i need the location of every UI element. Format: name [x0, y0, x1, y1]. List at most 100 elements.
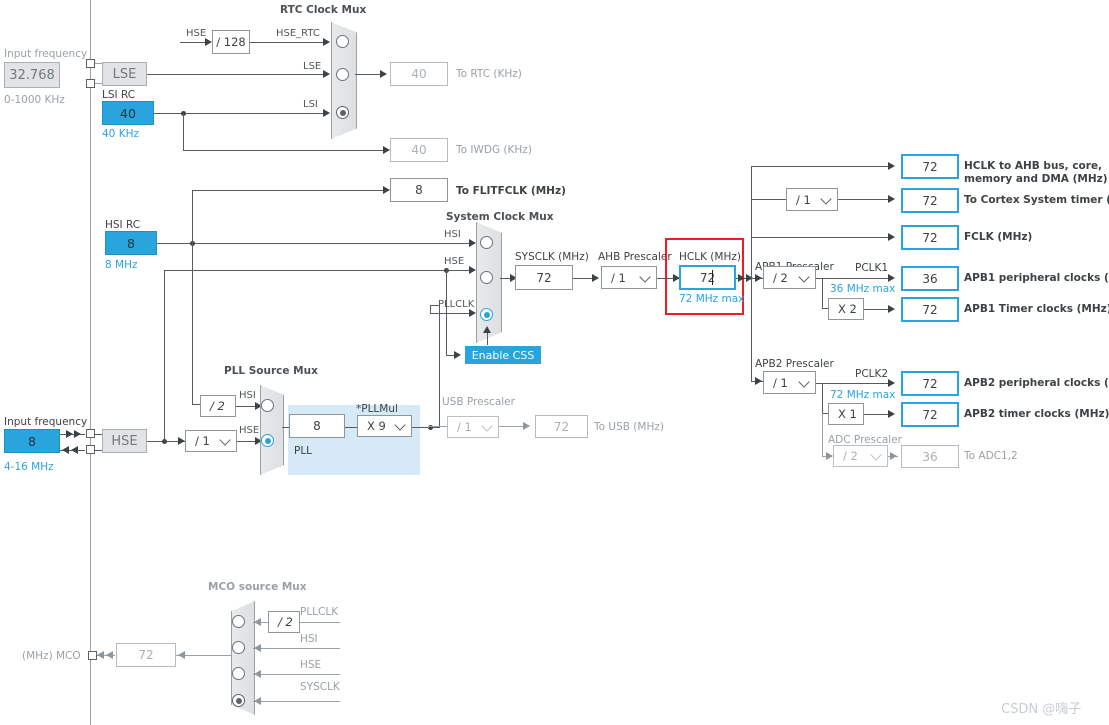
hclk-text-caret: [712, 270, 713, 285]
chevron-down-icon: [798, 375, 810, 388]
hse-oscillator-box[interactable]: HSE: [102, 429, 147, 453]
hclk-max-label: 72 MHz max: [679, 293, 745, 305]
lse-pin-top: [86, 59, 95, 68]
to-flitfclk-label: To FLITFCLK (MHz): [456, 185, 566, 197]
mco-output-label: (MHz) MCO: [22, 650, 81, 662]
to-iwdg-value: 40: [390, 138, 448, 162]
system-clock-mux-option-pllclk[interactable]: [480, 308, 493, 321]
apb1-timer-value: 72: [901, 297, 959, 322]
pll-source-mux-option-hse[interactable]: [261, 434, 274, 447]
hse-prescaler-select[interactable]: / 1: [185, 430, 237, 452]
mco-mux-option-sysclk[interactable]: [232, 694, 245, 707]
chip-boundary-line: [90, 0, 91, 725]
system-clock-mux-title: System Clock Mux: [446, 211, 554, 223]
hclk-label: HCLK (MHz): [679, 251, 741, 263]
lse-input-frequency-field[interactable]: 32.768: [4, 62, 60, 88]
hse-input-frequency-label: Input frequency: [4, 416, 88, 428]
apb1-pclk-label: PCLK1: [855, 262, 889, 274]
sysclk-label: SYSCLK (MHz): [515, 251, 589, 263]
adc-output-label: To ADC1,2: [964, 450, 1018, 462]
apb2-pclk-label: PCLK2: [855, 368, 889, 380]
hsi-value-field[interactable]: 8: [105, 231, 157, 255]
apb1-peripheral-value: 36: [901, 266, 959, 291]
apb1-timer-label: APB1 Timer clocks (MHz): [964, 303, 1109, 315]
apb2-timer-value: 72: [901, 402, 959, 427]
to-iwdg-label: To IWDG (KHz): [456, 144, 532, 156]
adc-prescaler-select[interactable]: / 2: [833, 445, 888, 467]
pll-hsi-divider: / 2: [200, 395, 236, 417]
mco-value: 72: [116, 643, 176, 667]
ahb-output-1-label-line1: To Cortex System timer (MHz): [964, 194, 1109, 206]
pll-panel-label: PLL: [294, 445, 313, 457]
mco-pllclk-label: PLLCLK: [300, 606, 339, 618]
mco-mux-option-hsi[interactable]: [232, 641, 245, 654]
lsi-title: LSI RC: [102, 89, 136, 101]
sysmux-hsi-label: HSI: [444, 229, 461, 240]
hsi-unit-label: 8 MHz: [105, 259, 138, 271]
chevron-down-icon: [798, 270, 810, 283]
hse-range-label: 4-16 MHz: [4, 461, 54, 473]
chevron-down-icon: [820, 192, 832, 205]
pll-source-mux-body: [260, 385, 284, 475]
apb2-timer-label: APB2 timer clocks (MHz): [964, 408, 1109, 420]
hse-input-frequency-field[interactable]: 8: [4, 429, 60, 453]
apb1-prescaler-select[interactable]: / 2: [763, 266, 816, 289]
mco-mux-option-pllclk[interactable]: [232, 615, 245, 628]
apb2-peripheral-value: 72: [901, 371, 959, 396]
rtc-mux-option-lsi[interactable]: [336, 106, 349, 119]
ahb-prescaler-select[interactable]: / 1: [601, 266, 657, 289]
hse-pin-top: [86, 429, 95, 438]
mco-pllclk-divider: / 2: [268, 611, 300, 633]
pll-mul-select[interactable]: X 9: [357, 415, 412, 437]
to-rtc-value: 40: [390, 62, 448, 86]
apb2-timer-multiplier: X 1: [828, 403, 864, 425]
rtc-lse-label: LSE: [303, 61, 322, 72]
apb1-peripheral-label: APB1 peripheral clocks (MHz): [964, 272, 1109, 284]
usb-output-label: To USB (MHz): [594, 421, 664, 433]
adc-output-value: 36: [901, 445, 959, 468]
mco-hse-label: HSE: [300, 659, 322, 671]
apb2-max-label: 72 MHz max: [830, 389, 896, 401]
usb-prescaler-select[interactable]: / 1: [447, 416, 499, 438]
lse-range-label: 0-1000 KHz: [4, 94, 65, 106]
sysmux-pllclk-label: PLLCLK: [438, 299, 475, 310]
chevron-down-icon: [394, 419, 406, 431]
pll-input-value: 8: [289, 414, 345, 438]
lse-oscillator-box[interactable]: LSE: [102, 62, 147, 86]
pll-source-mux-option-hsi[interactable]: [261, 399, 274, 412]
csdn-watermark: CSDN @嗨子: [1001, 702, 1082, 717]
lsi-unit-label: 40 KHz: [102, 128, 139, 140]
chevron-down-icon: [481, 420, 493, 432]
pll-src-hse-label: HSE: [239, 425, 260, 436]
rtc-mux-option-hse-rtc[interactable]: [336, 35, 349, 48]
pll-mul-label: *PLLMul: [356, 403, 398, 415]
hse-pin-bottom: [86, 445, 95, 454]
system-clock-mux-option-hse[interactable]: [480, 271, 493, 284]
rtc-mux-option-lse[interactable]: [336, 68, 349, 81]
apb2-peripheral-label: APB2 peripheral clocks (MHz): [964, 377, 1109, 389]
apb1-max-label: 36 MHz max: [830, 283, 896, 295]
cortex-systick-prescaler-select[interactable]: / 1: [786, 188, 838, 211]
apb2-prescaler-label: APB2 Prescaler: [755, 358, 834, 370]
apb2-prescaler-select[interactable]: / 1: [763, 371, 816, 394]
mco-sysclk-label: SYSCLK: [300, 681, 340, 693]
chevron-down-icon: [870, 449, 882, 461]
chevron-down-icon: [219, 434, 231, 446]
ahb-output-2-value: 72: [901, 225, 959, 250]
lsi-value-field[interactable]: 40: [102, 101, 154, 125]
sysmux-hse-label: HSE: [444, 256, 465, 267]
ahb-output-1-value: 72: [901, 188, 959, 213]
ahb-prescaler-label: AHB Prescaler: [598, 251, 672, 263]
enable-css-button[interactable]: Enable CSS: [465, 346, 541, 364]
rtc-clock-mux-title: RTC Clock Mux: [280, 4, 367, 16]
rtc-hse-divider: / 128: [212, 30, 250, 54]
mco-mux-option-hse[interactable]: [232, 667, 245, 680]
ahb-output-2-label-line1: FCLK (MHz): [964, 231, 1033, 243]
usb-prescaler-label: USB Prescaler: [442, 396, 515, 408]
hclk-value-field[interactable]: 72: [679, 265, 736, 290]
system-clock-mux-option-hsi[interactable]: [480, 236, 493, 249]
rtc-hse-label: HSE: [186, 28, 207, 39]
mco-source-mux-title: MCO source Mux: [208, 581, 307, 593]
ahb-output-0-label-line2: memory and DMA (MHz): [964, 173, 1108, 185]
pll-source-mux-title: PLL Source Mux: [224, 365, 318, 377]
